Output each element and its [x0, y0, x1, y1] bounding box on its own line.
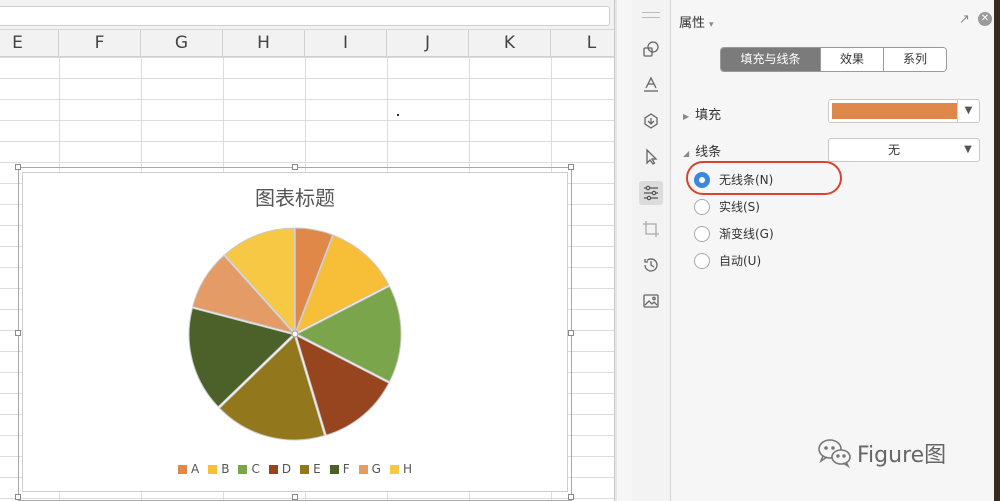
radio-label: 自动(U) [719, 254, 762, 268]
legend-swatch [178, 464, 188, 474]
radio-label: 渐变线(G) [719, 227, 774, 241]
legend-item-e[interactable]: E [300, 462, 321, 476]
legend-swatch [358, 464, 368, 474]
fill-section-label: 填充 [695, 108, 722, 123]
watermark: Figure图 [817, 437, 946, 469]
dropdown-arrow-icon[interactable]: ▼ [957, 139, 979, 161]
shape-effects-icon[interactable] [639, 109, 663, 133]
legend-item-c[interactable]: C [238, 462, 260, 476]
tab-series[interactable]: 系列 [883, 48, 946, 71]
line-style-select[interactable]: 无 ▼ [828, 138, 980, 162]
radio-solid-line[interactable]: 实线(S) [694, 198, 760, 215]
wechat-icon [818, 439, 851, 468]
legend-item-f[interactable]: F [329, 462, 350, 476]
legend-item-g[interactable]: G [358, 462, 381, 476]
legend-swatch [389, 464, 399, 474]
legend-label: A [191, 462, 200, 476]
image-icon[interactable] [639, 289, 663, 313]
legend-label: C [251, 462, 260, 476]
radio-label: 实线(S) [719, 200, 760, 214]
legend-item-h[interactable]: H [389, 462, 412, 476]
line-section-toggle[interactable]: ◢ 线条 [683, 141, 721, 160]
legend-label: E [313, 462, 321, 476]
panel-title[interactable]: 属性 ▾ [679, 12, 714, 31]
legend-swatch [329, 464, 339, 474]
toolbar-grip [642, 12, 660, 18]
radio-button[interactable] [694, 225, 710, 242]
radio-no-line[interactable]: 无线条(N) [694, 171, 773, 188]
legend-swatch [238, 464, 248, 474]
legend-label: G [371, 462, 381, 476]
legend-label: H [402, 462, 412, 476]
tab-bar: 填充与线条 效果 系列 [720, 47, 947, 72]
properties-icon[interactable] [639, 181, 663, 205]
shapes-icon[interactable] [639, 37, 663, 61]
window-edge [994, 0, 1000, 501]
select-arrow-icon[interactable] [639, 145, 663, 169]
watermark-text: Figure图 [857, 443, 947, 468]
radio-gradient-line[interactable]: 渐变线(G) [694, 225, 774, 242]
legend-label: F [342, 462, 350, 476]
legend-label: B [221, 462, 230, 476]
chevron-right-icon: ▶ [683, 112, 690, 121]
legend-item-a[interactable]: A [178, 462, 199, 476]
radio-auto-line[interactable]: 自动(U) [694, 252, 761, 269]
pin-icon[interactable]: ↗ [959, 12, 970, 27]
history-icon[interactable] [639, 253, 663, 277]
legend-item-b[interactable]: B [208, 462, 229, 476]
line-style-value: 无 [887, 143, 900, 157]
tab-effects[interactable]: 效果 [820, 48, 883, 71]
panel-title-text: 属性 [679, 16, 706, 31]
properties-panel: 属性 ▾ ↗ ✕ 填充与线条 效果 系列 ▶ 填充 ▼ ◢ 线条 无 ▼ 无线条(N)… [671, 0, 1000, 501]
fill-section-toggle[interactable]: ▶ 填充 [683, 104, 721, 123]
chevron-down-icon: ▾ [709, 20, 714, 30]
legend-swatch [268, 464, 278, 474]
close-icon[interactable]: ✕ [978, 12, 992, 26]
tab-fill-line[interactable]: 填充与线条 [721, 48, 820, 71]
legend-item-d[interactable]: D [268, 462, 292, 476]
radio-button[interactable] [694, 252, 710, 269]
legend-swatch [208, 464, 218, 474]
fill-color-swatch [832, 103, 958, 119]
legend-swatch [300, 464, 310, 474]
line-section-label: 线条 [695, 145, 722, 160]
radio-label: 无线条(N) [719, 173, 774, 187]
side-toolbar [632, 0, 671, 501]
radio-button[interactable] [694, 171, 710, 188]
text-fill-icon[interactable] [639, 73, 663, 97]
chevron-down-icon: ◢ [683, 149, 690, 158]
pie-center-handle[interactable] [291, 330, 299, 338]
dropdown-arrow-icon[interactable]: ▼ [957, 100, 979, 122]
crop-icon[interactable] [639, 217, 663, 241]
fill-color-select[interactable]: ▼ [828, 99, 980, 123]
radio-button[interactable] [694, 198, 710, 215]
chart-legend[interactable]: A B C D E F G H [22, 462, 568, 476]
legend-label: D [281, 462, 292, 476]
